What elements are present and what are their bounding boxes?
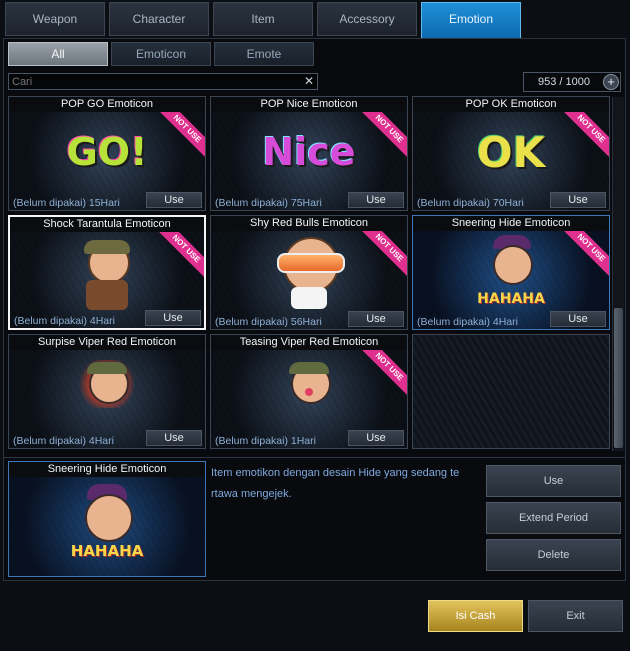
description-line: rtawa mengejek.	[211, 488, 292, 500]
item-description: Item emotikon dengan desain Hide yang se…	[211, 463, 461, 505]
item-card[interactable]: POP Nice Emoticon Nice NOT USE (Belum di…	[210, 96, 408, 211]
character-hat	[84, 240, 130, 254]
character-face	[85, 494, 133, 542]
not-use-ribbon: NOT USE	[159, 112, 205, 158]
subtab-emoticon[interactable]: Emoticon	[111, 42, 211, 66]
item-status: (Belum dipakai) 4Hari	[417, 316, 518, 328]
item-title: Sneering Hide Emoticon	[413, 216, 609, 231]
item-card-selected[interactable]: Shock Tarantula Emoticon NOT USE (Belum …	[8, 215, 206, 330]
subtab-all[interactable]: All	[8, 42, 108, 66]
item-card[interactable]: Teasing Viper Red Emoticon NOT USE (Belu…	[210, 334, 408, 449]
character-hands	[291, 287, 327, 309]
item-card[interactable]: Shy Red Bulls Emoticon NOT USE (Belum di…	[210, 215, 408, 330]
item-title: POP GO Emoticon	[9, 97, 205, 112]
item-status: (Belum dipakai) 15Hari	[13, 197, 120, 209]
not-use-ribbon: NOT USE	[361, 112, 407, 158]
item-card[interactable]: Sneering Hide Emoticon HAHAHA NOT USE (B…	[412, 215, 610, 330]
use-button[interactable]: Use	[348, 430, 404, 446]
detail-title: Sneering Hide Emoticon	[9, 462, 205, 477]
use-button[interactable]: Use	[550, 311, 606, 327]
search-box: ✕	[8, 73, 318, 90]
delete-button[interactable]: Delete	[486, 539, 621, 571]
character-face	[493, 245, 533, 285]
top-tab-bar: Weapon Character Item Accessory Emotion	[4, 2, 626, 40]
item-status: (Belum dipakai) 1Hari	[215, 435, 316, 447]
subtab-emote[interactable]: Emote	[214, 42, 314, 66]
use-button[interactable]: Use	[146, 192, 202, 208]
item-status: (Belum dipakai) 75Hari	[215, 197, 322, 209]
item-title: Shy Red Bulls Emoticon	[211, 216, 407, 231]
item-title: Surpise Viper Red Emoticon	[9, 335, 205, 350]
search-input[interactable]	[12, 74, 292, 89]
not-use-ribbon: NOT USE	[361, 350, 407, 396]
grid-scrollbar[interactable]	[612, 97, 624, 451]
tab-accessory[interactable]: Accessory	[317, 2, 417, 36]
detail-preview: Sneering Hide Emoticon HAHAHA	[8, 461, 206, 577]
tab-emotion[interactable]: Emotion	[421, 2, 521, 39]
item-grid: POP GO Emoticon GO! NOT USE (Belum dipak…	[6, 95, 610, 452]
item-status: (Belum dipakai) 56Hari	[215, 316, 322, 328]
extend-period-button[interactable]: Extend Period	[486, 502, 621, 534]
not-use-ribbon: NOT USE	[563, 231, 609, 277]
not-use-ribbon: NOT USE	[563, 112, 609, 158]
character-body	[86, 280, 128, 310]
expand-plus-icon[interactable]: +	[603, 74, 619, 90]
use-button[interactable]: Use	[348, 192, 404, 208]
isi-cash-button[interactable]: Isi Cash	[428, 600, 523, 632]
item-title: Teasing Viper Red Emoticon	[211, 335, 407, 350]
inventory-count: 953 / 1000	[538, 76, 590, 88]
item-card[interactable]: POP OK Emoticon OK NOT USE (Belum dipaka…	[412, 96, 610, 211]
tab-character[interactable]: Character	[109, 2, 209, 36]
item-status: (Belum dipakai) 4Hari	[13, 435, 114, 447]
scrollbar-thumb[interactable]	[614, 308, 623, 448]
item-status: (Belum dipakai) 70Hari	[417, 197, 524, 209]
use-button[interactable]: Use	[145, 310, 201, 326]
item-card[interactable]: Surpise Viper Red Emoticon (Belum dipaka…	[8, 334, 206, 449]
item-status: (Belum dipakai) 4Hari	[14, 315, 115, 327]
not-use-ribbon: NOT USE	[158, 232, 204, 278]
use-button[interactable]: Use	[550, 192, 606, 208]
tongue	[305, 388, 313, 396]
use-button[interactable]: Use	[146, 430, 202, 446]
tab-weapon[interactable]: Weapon	[5, 2, 105, 36]
emoticon-art-text: HAHAHA	[477, 291, 545, 307]
item-title: POP Nice Emoticon	[211, 97, 407, 112]
exit-button[interactable]: Exit	[528, 600, 623, 632]
description-line: Item emotikon dengan desain Hide yang se…	[211, 467, 460, 479]
use-button[interactable]: Use	[348, 311, 404, 327]
use-button[interactable]: Use	[486, 465, 621, 497]
character-hat	[289, 362, 329, 374]
goggles	[277, 253, 345, 273]
not-use-ribbon: NOT USE	[361, 231, 407, 277]
inventory-counter: 953 / 1000 +	[523, 72, 621, 92]
emoticon-art-text: HAHAHA	[70, 542, 144, 560]
character-hat	[87, 362, 127, 374]
tab-item[interactable]: Item	[213, 2, 313, 36]
close-icon[interactable]: ✕	[304, 74, 314, 89]
item-title: POP OK Emoticon	[413, 97, 609, 112]
item-card[interactable]: POP GO Emoticon GO! NOT USE (Belum dipak…	[8, 96, 206, 211]
empty-slot	[412, 334, 610, 449]
item-title: Shock Tarantula Emoticon	[10, 217, 204, 232]
